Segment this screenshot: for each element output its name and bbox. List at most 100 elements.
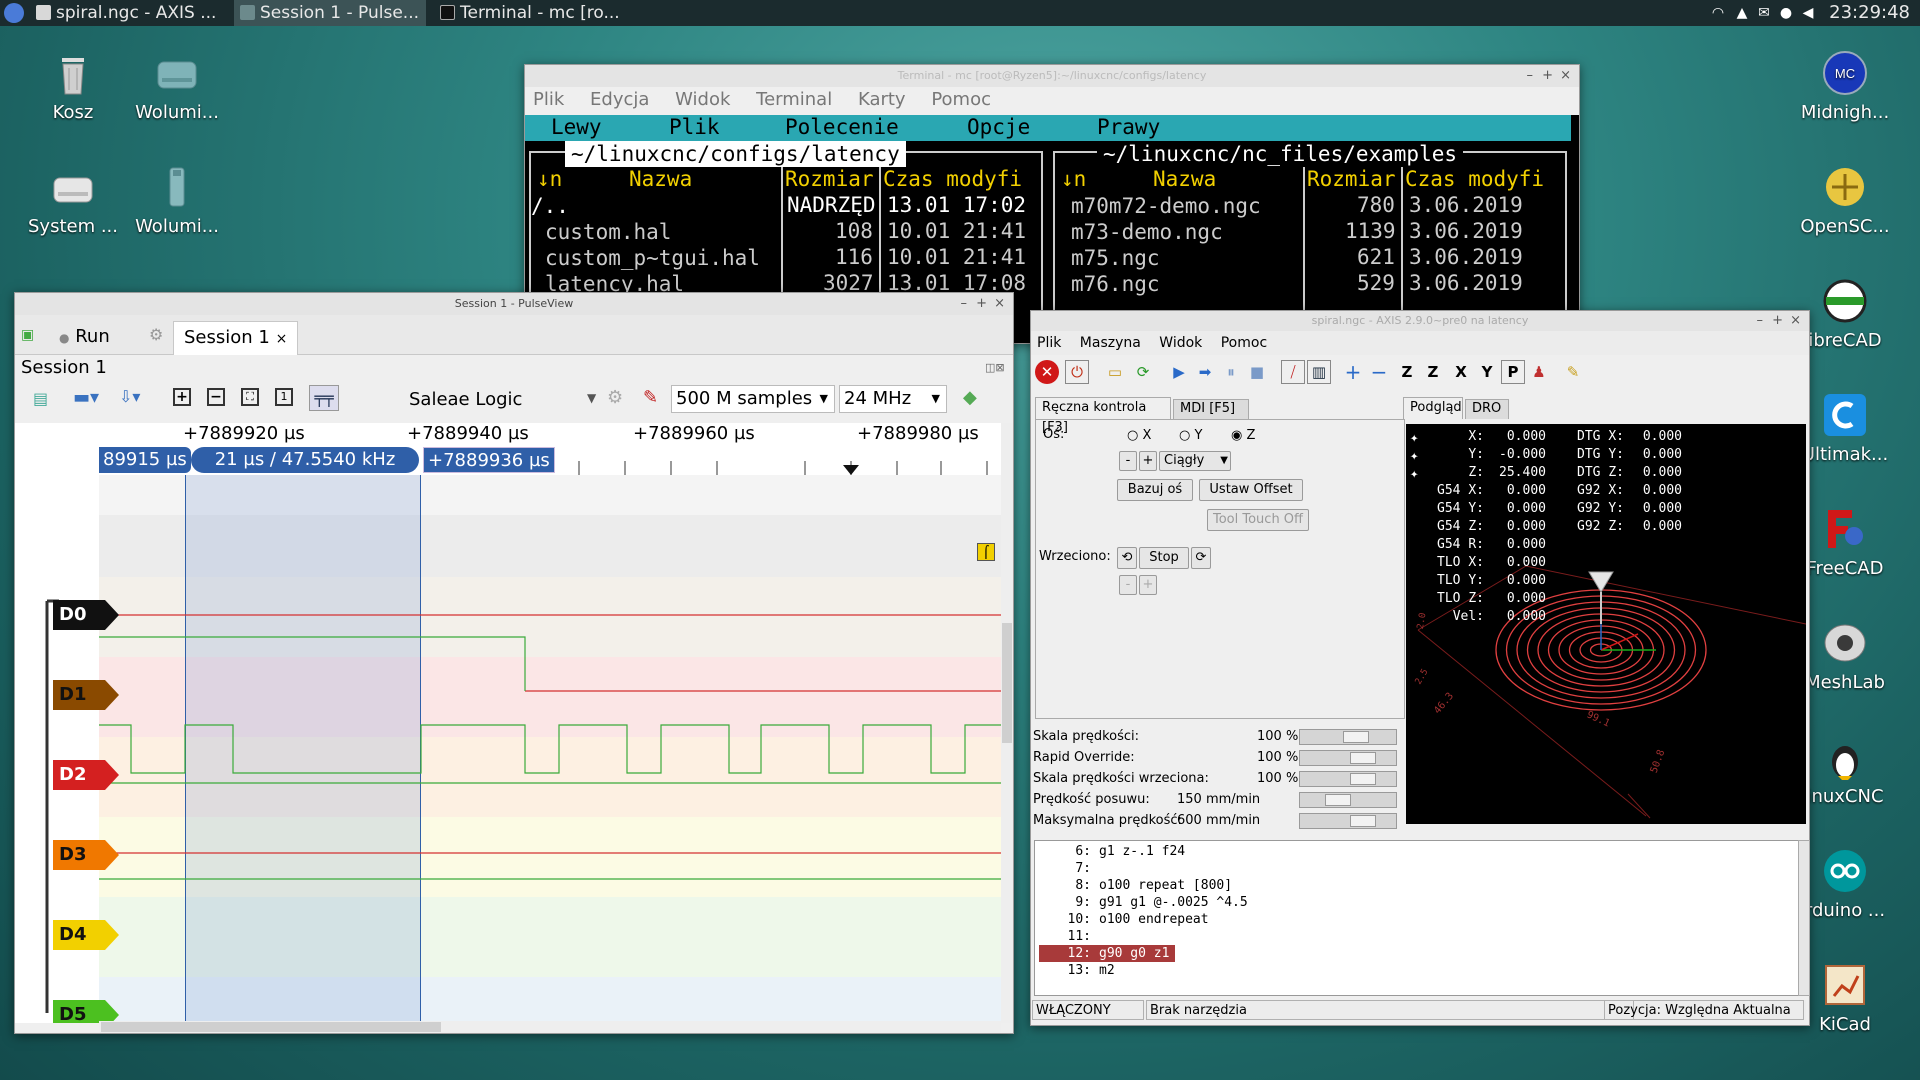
minimize-icon[interactable]: – (1527, 65, 1534, 87)
tab-mdi[interactable]: MDI [F5] (1173, 399, 1249, 419)
optional-stop-icon[interactable]: ▥ (1307, 360, 1331, 384)
device-config-icon[interactable]: ⚙ (607, 387, 623, 408)
gcode-line[interactable]: 13: m2 (1039, 962, 1115, 979)
application-menu-icon[interactable] (4, 3, 24, 23)
new-session-icon[interactable]: ▣ (21, 327, 34, 343)
close-icon[interactable]: × (1790, 311, 1801, 331)
desktop-icon-usb-volume[interactable]: Wolumi... (122, 164, 232, 237)
menu-help[interactable]: Pomoc (1221, 335, 1267, 351)
task-terminal[interactable]: Terminal - mc [ro... (434, 0, 634, 26)
tab-manual-control[interactable]: Ręczna kontrola [F3] (1035, 397, 1171, 435)
gcode-line[interactable]: 9: g91 g1 @-.0025 ^4.5 (1039, 894, 1247, 911)
slider-knob[interactable] (1325, 794, 1351, 806)
channel-d0[interactable]: D0 (53, 600, 119, 630)
mc-col-size[interactable]: Rozmiar (785, 167, 874, 191)
mail-icon[interactable]: ✉ (1756, 5, 1772, 21)
view-z2-icon[interactable]: Z (1421, 360, 1445, 384)
desktop-icon-system[interactable]: System ... (18, 164, 128, 237)
desktop-icon-volume[interactable]: Wolumi... (122, 50, 232, 123)
menu-help[interactable]: Pomoc (931, 89, 991, 110)
trace-view[interactable]: +7889920 µs +7889940 µs +7889960 µs +788… (15, 423, 1001, 1023)
menu-terminal[interactable]: Terminal (756, 89, 832, 110)
minimize-icon[interactable]: – (961, 293, 968, 315)
mc-menu-right[interactable]: Prawy (1097, 115, 1160, 139)
gcode-line[interactable]: 11: (1039, 928, 1099, 945)
slider-knob[interactable] (1350, 773, 1376, 785)
cursor-delta-label[interactable]: 21 µs / 47.5540 kHz (191, 447, 419, 473)
task-axis[interactable]: spiral.ngc - AXIS ... (30, 0, 220, 26)
maximize-icon[interactable]: + (976, 293, 987, 315)
pulseview-titlebar[interactable]: Session 1 - PulseView – + × (15, 293, 1013, 315)
settings-gear-icon[interactable]: ⚙ (149, 325, 163, 344)
mc-list-item[interactable]: custom.hal (545, 219, 671, 245)
mc-menu-command[interactable]: Polecenie (785, 115, 899, 139)
pulseview-window[interactable]: Session 1 - PulseView – + × ▣ ● Run ⚙ Se… (14, 292, 1014, 1034)
spindle-reverse-icon[interactable]: ⟲ (1117, 547, 1137, 569)
feed-override-slider[interactable] (1299, 729, 1397, 745)
gcode-scrollbar[interactable] (1798, 840, 1810, 996)
samplerate-select[interactable]: 24 MHz ▼ (839, 385, 947, 413)
menu-view[interactable]: Widok (1159, 335, 1202, 351)
set-offset-button[interactable]: Ustaw Offset (1199, 479, 1303, 501)
add-file-icon[interactable]: ▤ (33, 389, 48, 408)
spindle-slower-button[interactable]: - (1119, 575, 1137, 595)
channel-d1[interactable]: D1 (53, 680, 119, 710)
rotate-view-icon[interactable]: ♟ (1527, 360, 1551, 384)
desktop-icon-midnight-commander[interactable]: MC Midnigh... (1790, 50, 1900, 123)
power-icon[interactable]: ● (1778, 5, 1794, 21)
desktop-icon-openscad[interactable]: OpenSC... (1790, 164, 1900, 237)
tab-session[interactable]: Session 1 × (173, 321, 299, 355)
home-axis-button[interactable]: Bazuj oś (1117, 479, 1193, 501)
run-button[interactable]: ● Run (49, 321, 120, 355)
clock[interactable]: 23:29:48 (1829, 0, 1910, 26)
tool-touch-off-button[interactable]: Tool Touch Off (1207, 509, 1309, 531)
zoom-in-icon[interactable]: + (1341, 360, 1365, 384)
step-icon[interactable]: ➡ (1193, 360, 1217, 384)
tab-preview[interactable]: Podgląd (1403, 397, 1463, 419)
zoom-out-icon[interactable]: − (1367, 360, 1391, 384)
cursor-right-label[interactable]: +7889936 µs (423, 447, 555, 473)
slider-knob[interactable] (1350, 752, 1376, 764)
jog-plus-button[interactable]: + (1139, 451, 1157, 471)
preview-canvas[interactable]: 2.0 2.5 46.3 99.1 50.8 ✦ ✦ ✦ X: 0.000 DTG … (1406, 424, 1806, 824)
close-tab-icon[interactable]: × (276, 331, 288, 347)
terminal-titlebar[interactable]: Terminal - mc [root@Ryzen5]:~/linuxcnc/c… (525, 65, 1579, 87)
decoder-icon[interactable]: ◆ (963, 387, 977, 408)
desktop-icon-trash[interactable]: Kosz (18, 50, 128, 123)
power-toggle-icon[interactable]: ⏻ (1065, 360, 1089, 384)
channel-d3[interactable]: D3 (53, 840, 119, 870)
menu-file[interactable]: Plik (533, 89, 564, 110)
gcode-line[interactable]: 7: (1039, 860, 1099, 877)
spindle-override-slider[interactable] (1299, 771, 1397, 787)
radio-axis-z[interactable]: ◉ Z (1231, 428, 1255, 443)
trigger-edge-icon[interactable]: ⌠ (977, 543, 995, 561)
channel-d2[interactable]: D2 (53, 760, 119, 790)
axis-titlebar[interactable]: spiral.ngc - AXIS 2.9.0~pre0 na latency … (1031, 311, 1809, 331)
horizontal-scrollbar[interactable] (99, 1021, 1001, 1033)
gcode-listing[interactable]: 6: g1 z-.1 f24 7: 8: o100 repeat [800] 9: g91 … (1034, 840, 1802, 996)
pause-icon[interactable]: ⏸ (1219, 360, 1243, 384)
spindle-faster-button[interactable]: + (1139, 575, 1157, 595)
volume-icon[interactable]: ◀ (1800, 5, 1816, 21)
view-y-icon[interactable]: Y (1475, 360, 1499, 384)
zoom-in-icon[interactable]: + (173, 388, 191, 406)
radio-axis-x[interactable]: ○ X (1127, 428, 1151, 443)
close-icon[interactable]: × (1560, 65, 1571, 87)
open-folder-icon[interactable]: ▬▾ (73, 387, 99, 408)
zoom-fit-icon[interactable]: ⛶ (241, 388, 259, 406)
reload-icon[interactable]: ⟳ (1131, 360, 1155, 384)
mc-col-mtime[interactable]: Czas modyfi (883, 167, 1022, 191)
mc-list-item[interactable]: m76.ngc (1071, 271, 1160, 297)
stop-program-icon[interactable]: ■ (1245, 360, 1269, 384)
menu-view[interactable]: Widok (675, 89, 730, 110)
mc-col-size[interactable]: Rozmiar (1307, 167, 1396, 191)
zoom-original-icon[interactable]: 1 (275, 388, 293, 406)
block-delete-icon[interactable]: ⧸ (1281, 360, 1305, 384)
device-dropdown-icon[interactable]: ▼ (587, 391, 596, 405)
minimize-icon[interactable]: – (1757, 311, 1764, 331)
probe-icon[interactable]: ✎ (643, 387, 658, 408)
device-selector[interactable]: Saleae Logic (409, 389, 522, 410)
menu-machine[interactable]: Maszyna (1080, 335, 1141, 351)
gcode-line[interactable]: 6: g1 z-.1 f24 (1039, 843, 1185, 860)
mc-menu-file[interactable]: Plik (669, 115, 720, 139)
